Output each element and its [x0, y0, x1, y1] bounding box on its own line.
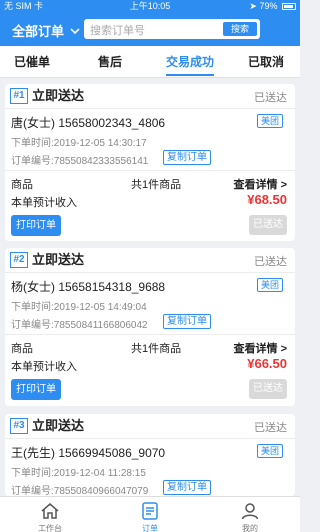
order-number: 订单编号:78550840966047079	[11, 486, 149, 497]
nav-label: 工作台	[38, 524, 62, 532]
order-number: 订单编号:78550841166806042	[11, 320, 148, 331]
location-icon: ➤	[249, 1, 257, 11]
order-filter-label: 全部订单	[12, 24, 65, 39]
copy-order-button[interactable]: 复制订单	[163, 314, 211, 329]
nav-mine[interactable]: 我的	[220, 497, 280, 532]
bottom-nav: 工作台 订单 我的	[0, 496, 300, 532]
order-status: 已送达	[254, 422, 287, 434]
delivered-button: 已送达	[249, 379, 287, 399]
print-order-button[interactable]: 打印订单	[11, 215, 61, 236]
tab-completed[interactable]: 交易成功	[160, 46, 220, 78]
search-placeholder: 搜索订单号	[90, 25, 145, 37]
delivery-type: 立即送达	[32, 418, 85, 433]
nav-orders[interactable]: 订单	[120, 497, 180, 532]
order-status: 已送达	[254, 92, 287, 104]
battery-indicator: ➤ 79%	[249, 0, 296, 12]
print-order-button[interactable]: 打印订单	[11, 379, 61, 400]
nav-label: 订单	[142, 524, 158, 532]
income-amount: ¥66.50	[247, 356, 287, 371]
home-icon	[41, 503, 59, 519]
platform-badge: 美团	[256, 278, 283, 292]
goods-label: 商品	[11, 179, 33, 191]
battery-percent: 79%	[259, 1, 278, 11]
user-icon	[241, 503, 259, 520]
divider	[5, 272, 295, 273]
order-time: 下单时间:2019-12-05 14:30:17	[11, 138, 147, 149]
app-header: 全部订单 搜索订单号 搜索	[0, 12, 300, 46]
tab-after-sale[interactable]: 售后	[88, 46, 132, 78]
order-list-icon	[142, 502, 158, 520]
item-count: 共1件商品	[131, 343, 182, 355]
copy-order-button[interactable]: 复制订单	[163, 480, 211, 495]
platform-badge: 美团	[256, 114, 283, 128]
nav-label: 我的	[242, 524, 258, 532]
tab-cancelled[interactable]: 已取消	[240, 46, 292, 78]
goods-row: 商品 共1件商品 查看详情 >	[11, 340, 287, 356]
divider	[5, 108, 295, 109]
status-bar: 无 SIM 卡 上午10:05 ➤ 79%	[0, 0, 300, 12]
view-details-link[interactable]: 查看详情 >	[234, 176, 287, 192]
order-index: #3	[10, 418, 28, 434]
goods-row: 商品 共1件商品 查看详情 >	[11, 176, 287, 192]
order-status: 已送达	[254, 256, 287, 268]
nav-workbench[interactable]: 工作台	[20, 497, 80, 532]
divider	[5, 170, 295, 171]
delivered-button: 已送达	[249, 215, 287, 235]
order-status-tabs: 已催单 售后 交易成功 已取消	[0, 46, 300, 78]
search-button[interactable]: 搜索	[223, 22, 257, 36]
income-amount: ¥68.50	[247, 192, 287, 207]
income-label: 本单预计收入	[11, 361, 77, 373]
order-time: 下单时间:2019-12-04 11:28:15	[11, 468, 146, 479]
divider	[5, 438, 295, 439]
copy-order-button[interactable]: 复制订单	[163, 150, 211, 165]
order-filter-dropdown[interactable]: 全部订单	[12, 21, 80, 40]
view-details-link[interactable]: 查看详情 >	[234, 340, 287, 356]
customer-info: 唐(女士) 15658002343_4806	[11, 116, 166, 130]
order-card: #3 立即送达 已送达 王(先生) 15669945086_9070 美团 下单…	[5, 414, 295, 497]
order-time: 下单时间:2019-12-05 14:49:04	[11, 302, 147, 313]
customer-info: 杨(女士) 15658154318_9688	[11, 280, 166, 294]
order-index: #2	[10, 252, 28, 268]
goods-label: 商品	[11, 343, 33, 355]
battery-icon	[282, 3, 296, 10]
delivery-type: 立即送达	[32, 252, 85, 267]
delivery-type: 立即送达	[32, 88, 85, 103]
order-card: #1 立即送达 已送达 唐(女士) 15658002343_4806 美团 下单…	[5, 84, 295, 241]
divider	[5, 334, 295, 335]
platform-badge: 美团	[256, 444, 283, 458]
order-index: #1	[10, 88, 28, 104]
income-label: 本单预计收入	[11, 197, 77, 209]
search-input[interactable]: 搜索订单号 搜索	[84, 19, 260, 39]
order-number: 订单编号:78550842333556141	[11, 156, 149, 167]
tab-reminded[interactable]: 已催单	[8, 46, 56, 78]
item-count: 共1件商品	[131, 179, 182, 191]
chevron-down-icon	[70, 28, 80, 35]
order-card: #2 立即送达 已送达 杨(女士) 15658154318_9688 美团 下单…	[5, 248, 295, 406]
customer-info: 王(先生) 15669945086_9070	[11, 446, 166, 460]
